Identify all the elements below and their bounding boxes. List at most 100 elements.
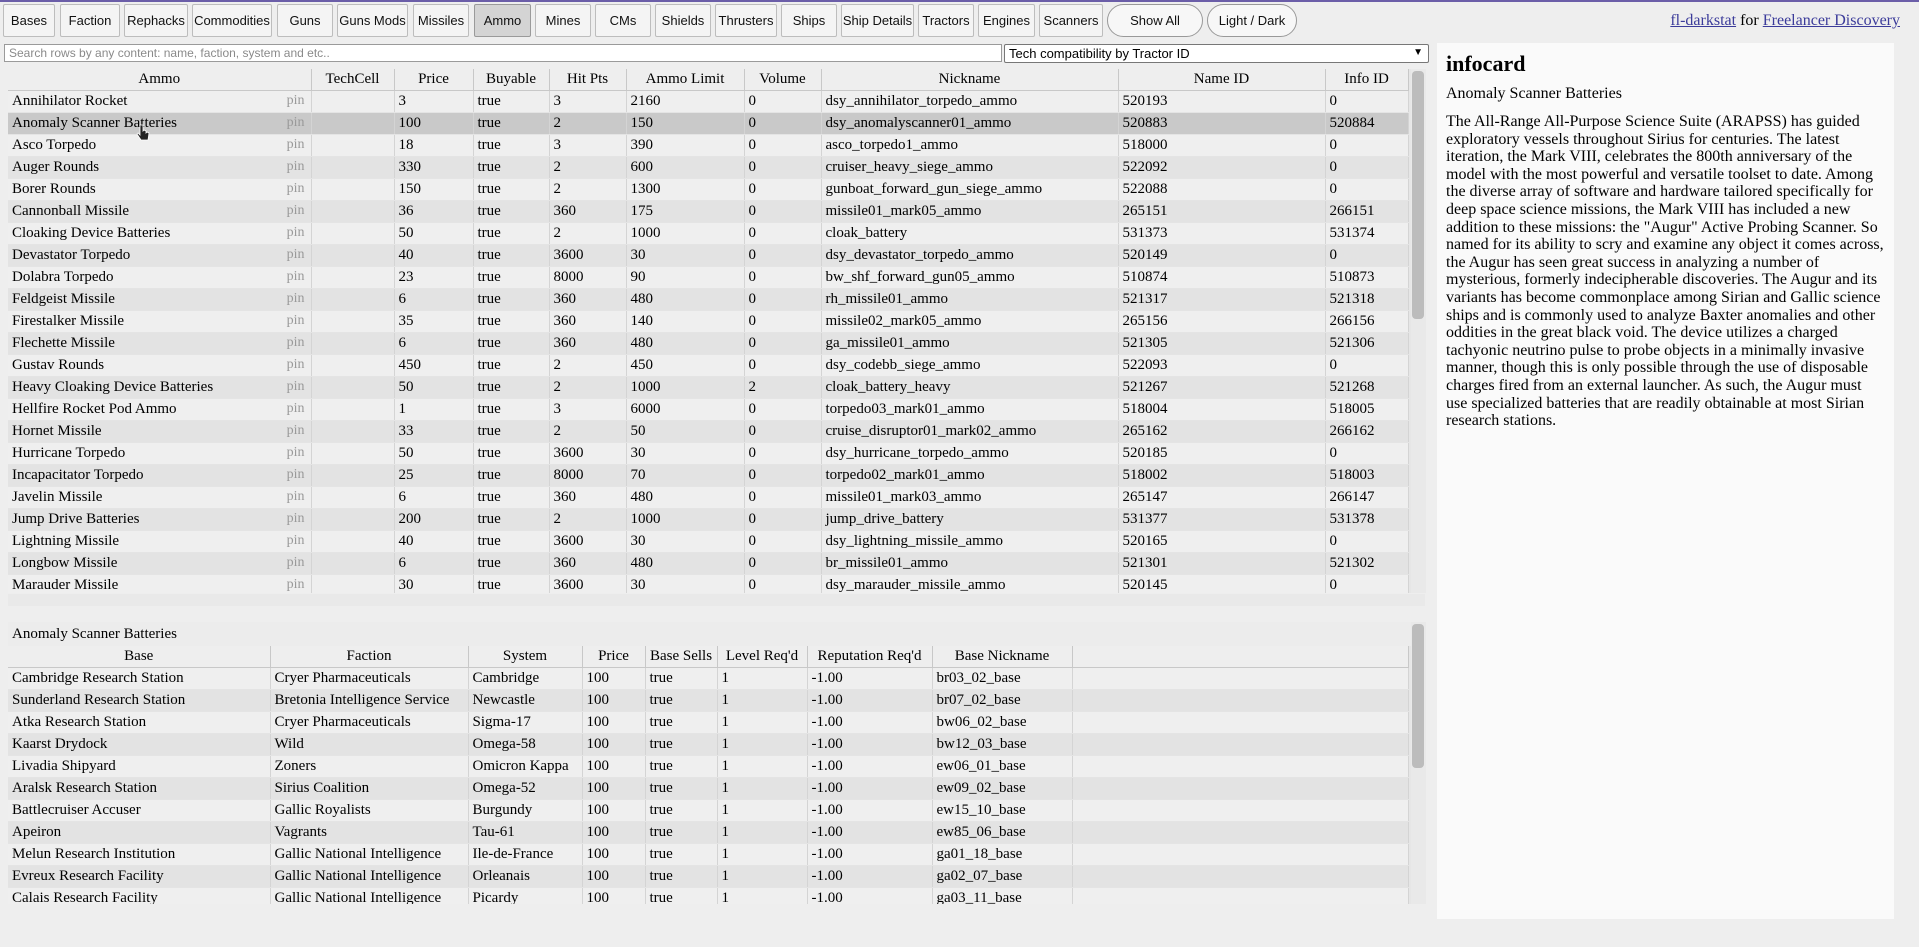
- ammo-table-row[interactable]: pin Longbow Missile 6 true 360 480 0 br_missile…: [8, 552, 1409, 575]
- tab-cms[interactable]: CMs: [595, 4, 651, 37]
- pin-button[interactable]: pin: [287, 203, 307, 219]
- tab-guns[interactable]: Guns: [277, 4, 333, 37]
- tab-ship-details[interactable]: Ship Details: [841, 4, 914, 37]
- ammo-table-row[interactable]: pin Javelin Missile 6 true 360 480 0 missile01_…: [8, 486, 1409, 509]
- col-header-ammo[interactable]: Ammo: [8, 69, 312, 91]
- col-header-base-nickname[interactable]: Base Nickname: [932, 646, 1073, 668]
- ammo-table-row[interactable]: pin Hellfire Rocket Pod Ammo 1 true 3 6000 0 to…: [8, 398, 1409, 421]
- tab-scanners[interactable]: Scanners: [1039, 4, 1103, 37]
- col-header-reputation-reqd[interactable]: Reputation Req'd: [807, 646, 933, 668]
- bases-table-row[interactable]: Battlecruiser Accuser Gallic Royalists Bur…: [8, 799, 1409, 822]
- tab-bases[interactable]: Bases: [3, 4, 55, 37]
- ammo-table-row[interactable]: pin Borer Rounds 150 true 2 1300 0 gunboat_forw…: [8, 178, 1409, 201]
- bases-table-row[interactable]: Cambridge Research Station Cryer Pharmace…: [8, 667, 1409, 690]
- ammo-table-scrollbar[interactable]: [1411, 69, 1426, 593]
- bases-table-row[interactable]: Calais Research Facility Gallic National …: [8, 887, 1409, 904]
- bases-table-row[interactable]: Melun Research Institution Gallic Nationa…: [8, 843, 1409, 866]
- col-header-system[interactable]: System: [468, 646, 583, 668]
- ammo-horizontal-scrollbar[interactable]: [8, 594, 1425, 606]
- bases-table-row[interactable]: Evreux Research Facility Gallic National …: [8, 865, 1409, 888]
- pin-button[interactable]: pin: [287, 357, 307, 373]
- ammo-table-row[interactable]: pin Cannonball Missile 36 true 360 175 0 missil…: [8, 200, 1409, 223]
- pin-button[interactable]: pin: [287, 115, 307, 131]
- ammo-table-row[interactable]: pin Lightning Missile 40 true 3600 30 0 dsy_lig…: [8, 530, 1409, 553]
- col-header-base-sells[interactable]: Base Sells: [645, 646, 718, 668]
- ammo-table-row[interactable]: pin Hornet Missile 33 true 2 50 0 cruise_disrup…: [8, 420, 1409, 443]
- ammo-table-row[interactable]: pin Gustav Rounds 450 true 2 450 0 dsy_codebb_s…: [8, 354, 1409, 377]
- pin-button[interactable]: pin: [287, 489, 307, 505]
- tab-missiles[interactable]: Missiles: [413, 4, 469, 37]
- fl-darkstat-link[interactable]: fl-darkstat: [1670, 12, 1736, 29]
- ammo-table-row[interactable]: pin Auger Rounds 330 true 2 600 0 cruiser_heavy…: [8, 156, 1409, 179]
- light-dark-toggle[interactable]: Light / Dark: [1207, 4, 1297, 37]
- col-header-base-price[interactable]: Price: [582, 646, 646, 668]
- tab-rephacks[interactable]: Rephacks: [124, 4, 188, 37]
- tab-shields[interactable]: Shields: [655, 4, 711, 37]
- ammo-table-row[interactable]: pin Anomaly Scanner Batteries 100 true 2 150 0…: [8, 112, 1409, 135]
- tab-faction[interactable]: Faction: [60, 4, 120, 37]
- ammo-table-row[interactable]: pin Hurricane Torpedo 50 true 3600 30 0 dsy_hur…: [8, 442, 1409, 465]
- pin-button[interactable]: pin: [287, 379, 307, 395]
- ammo-table-row[interactable]: pin Incapacitator Torpedo 25 true 8000 70 0 tor…: [8, 464, 1409, 487]
- col-header-info-id[interactable]: Info ID: [1325, 69, 1409, 91]
- col-header-hit-pts[interactable]: Hit Pts: [549, 69, 627, 91]
- ammo-table-row[interactable]: pin Jump Drive Batteries 200 true 2 1000 0 jump…: [8, 508, 1409, 531]
- tab-tractors[interactable]: Tractors: [918, 4, 974, 37]
- freelancer-discovery-link[interactable]: Freelancer Discovery: [1763, 12, 1900, 29]
- pin-button[interactable]: pin: [287, 93, 307, 109]
- bases-table-row[interactable]: Livadia Shipyard Zoners Omicron Kappa 100 tr…: [8, 755, 1409, 778]
- ammo-table-row[interactable]: pin Cloaking Device Batteries 50 true 2 1000 0…: [8, 222, 1409, 245]
- tab-ships[interactable]: Ships: [781, 4, 837, 37]
- col-header-buyable[interactable]: Buyable: [473, 69, 550, 91]
- tab-guns-mods[interactable]: Guns Mods: [337, 4, 408, 37]
- ammo-table-row[interactable]: pin Flechette Missile 6 true 360 480 0 ga_missi…: [8, 332, 1409, 355]
- tab-thrusters[interactable]: Thrusters: [715, 4, 777, 37]
- bases-table-row[interactable]: Apeiron Vagrants Tau-61 100 true 1 -1.00 ew85_0…: [8, 821, 1409, 844]
- pin-button[interactable]: pin: [287, 313, 307, 329]
- col-header-volume[interactable]: Volume: [744, 69, 822, 91]
- tab-engines[interactable]: Engines: [978, 4, 1035, 37]
- bases-table-row[interactable]: Aralsk Research Station Sirius Coalition O…: [8, 777, 1409, 800]
- bases-table-scrollbar[interactable]: [1411, 622, 1426, 904]
- ammo-table-row[interactable]: pin Firestalker Missile 35 true 360 140 0 missi…: [8, 310, 1409, 333]
- col-header-base[interactable]: Base: [8, 646, 271, 668]
- bases-table-row[interactable]: Sunderland Research Station Bretonia Inte…: [8, 689, 1409, 712]
- search-input[interactable]: [4, 44, 1002, 62]
- pin-button[interactable]: pin: [287, 511, 307, 527]
- bases-scroll-thumb[interactable]: [1412, 624, 1424, 768]
- ammo-table-row[interactable]: pin Dolabra Torpedo 23 true 8000 90 0 bw_shf_fo…: [8, 266, 1409, 289]
- ammo-table-row[interactable]: pin Annihilator Rocket 3 true 3 2160 0 dsy_anni…: [8, 90, 1409, 113]
- tab-mines[interactable]: Mines: [535, 4, 591, 37]
- pin-button[interactable]: pin: [287, 159, 307, 175]
- pin-button[interactable]: pin: [287, 401, 307, 417]
- pin-button[interactable]: pin: [287, 423, 307, 439]
- col-header-price[interactable]: Price: [394, 69, 474, 91]
- pin-button[interactable]: pin: [287, 269, 307, 285]
- pin-button[interactable]: pin: [287, 467, 307, 483]
- col-header-faction[interactable]: Faction: [270, 646, 469, 668]
- pin-button[interactable]: pin: [287, 247, 307, 263]
- tab-commodities[interactable]: Commodities: [192, 4, 272, 37]
- ammo-scroll-thumb[interactable]: [1412, 71, 1424, 319]
- col-header-ammo-limit[interactable]: Ammo Limit: [626, 69, 745, 91]
- tab-ammo[interactable]: Ammo: [474, 4, 531, 37]
- ammo-table-row[interactable]: pin Asco Torpedo 18 true 3 390 0 asco_torpedo1_…: [8, 134, 1409, 157]
- pin-button[interactable]: pin: [287, 555, 307, 571]
- show-all-button[interactable]: Show All: [1107, 4, 1203, 37]
- pin-button[interactable]: pin: [287, 225, 307, 241]
- ammo-table-row[interactable]: pin Marauder Missile 30 true 3600 30 0 dsy_mara…: [8, 574, 1409, 593]
- bases-table-row[interactable]: Kaarst Drydock Wild Omega-58 100 true 1 -1.00 b…: [8, 733, 1409, 756]
- ammo-table-row[interactable]: pin Devastator Torpedo 40 true 3600 30 0 dsy_de…: [8, 244, 1409, 267]
- pin-button[interactable]: pin: [287, 445, 307, 461]
- bases-table-row[interactable]: Atka Research Station Cryer Pharmaceutica…: [8, 711, 1409, 734]
- ammo-table-row[interactable]: pin Feldgeist Missile 6 true 360 480 0 rh_missi…: [8, 288, 1409, 311]
- col-header-techcell[interactable]: TechCell: [311, 69, 395, 91]
- pin-button[interactable]: pin: [287, 335, 307, 351]
- pin-button[interactable]: pin: [287, 137, 307, 153]
- col-header-level-reqd[interactable]: Level Req'd: [717, 646, 808, 668]
- pin-button[interactable]: pin: [287, 181, 307, 197]
- tech-compat-select[interactable]: Tech compatibility by Tractor ID ▼: [1004, 44, 1429, 63]
- pin-button[interactable]: pin: [287, 291, 307, 307]
- col-header-nickname[interactable]: Nickname: [821, 69, 1119, 91]
- pin-button[interactable]: pin: [287, 577, 307, 593]
